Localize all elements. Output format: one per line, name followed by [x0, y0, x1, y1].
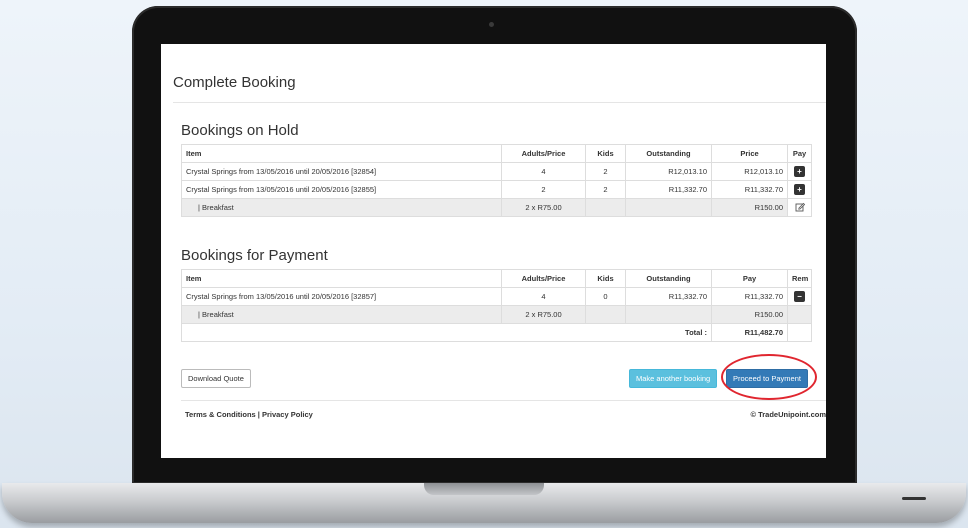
on-hold-table: Item Adults/Price Kids Outstanding Price…: [181, 144, 812, 217]
table-header-row: Item Adults/Price Kids Outstanding Pay R…: [181, 269, 812, 288]
for-payment-table: Item Adults/Price Kids Outstanding Pay R…: [181, 269, 812, 342]
col-price: Price: [711, 144, 788, 163]
total-value: R11,482.70: [711, 323, 788, 342]
laptop-screen: Complete Booking Bookings on Hold Item A…: [161, 44, 826, 458]
cell-outstanding: R11,332.70: [625, 180, 712, 199]
footer-copyright: © TradeUnipoint.com: [750, 410, 826, 419]
cell-item: | Breakfast: [181, 198, 502, 217]
pay-cell: +: [787, 180, 812, 199]
col-outstanding: Outstanding: [625, 269, 712, 288]
total-empty: [787, 323, 812, 342]
footer-links[interactable]: Terms & Conditions | Privacy Policy: [185, 410, 313, 419]
download-quote-button[interactable]: Download Quote: [181, 369, 251, 388]
divider: [173, 102, 826, 103]
cell-item: Crystal Springs from 13/05/2016 until 20…: [181, 287, 502, 306]
cell-outstanding: [625, 198, 712, 217]
rem-cell: −: [787, 287, 812, 306]
divider: [181, 400, 826, 401]
table-row: Crystal Springs from 13/05/2016 until 20…: [181, 287, 812, 306]
cell-kids: 0: [585, 287, 626, 306]
col-outstanding: Outstanding: [625, 144, 712, 163]
pay-cell: +: [787, 162, 812, 181]
total-label: Total :: [181, 323, 712, 342]
cell-outstanding: R11,332.70: [625, 287, 712, 306]
on-hold-heading: Bookings on Hold: [181, 122, 299, 139]
cell-outstanding: [625, 305, 712, 324]
cell-kids: 2: [585, 162, 626, 181]
col-rem: Rem: [787, 269, 812, 288]
cell-pay: R11,332.70: [711, 287, 788, 306]
make-another-booking-button[interactable]: Make another booking: [629, 369, 718, 388]
cell-price: R150.00: [711, 198, 788, 217]
cell-adults: 2 x R75.00: [501, 198, 586, 217]
cell-price: R12,013.10: [711, 162, 788, 181]
total-row: Total : R11,482.70: [181, 323, 812, 342]
table-row: Crystal Springs from 13/05/2016 until 20…: [181, 180, 812, 199]
laptop-indicator: [902, 497, 926, 500]
table-row-extra: | Breakfast 2 x R75.00 R150.00: [181, 198, 812, 217]
cell-item: | Breakfast: [181, 305, 502, 324]
cell-adults: 2: [501, 180, 586, 199]
col-kids: Kids: [585, 144, 626, 163]
col-pay: Pay: [711, 269, 788, 288]
table-header-row: Item Adults/Price Kids Outstanding Price…: [181, 144, 812, 163]
cell-adults: 4: [501, 287, 586, 306]
col-kids: Kids: [585, 269, 626, 288]
cell-kids: 2: [585, 180, 626, 199]
cell-price: R11,332.70: [711, 180, 788, 199]
table-row-extra: | Breakfast 2 x R75.00 R150.00: [181, 305, 812, 324]
col-pay: Pay: [787, 144, 812, 163]
cell-pay: R150.00: [711, 305, 788, 324]
cell-kids: [585, 305, 626, 324]
minus-square-icon[interactable]: −: [794, 291, 805, 302]
laptop-notch: [424, 483, 544, 495]
laptop-base: [2, 483, 966, 523]
col-adults-price: Adults/Price: [501, 144, 586, 163]
cell-item: Crystal Springs from 13/05/2016 until 20…: [181, 162, 502, 181]
col-item: Item: [181, 144, 502, 163]
col-item: Item: [181, 269, 502, 288]
edit-cell: [787, 198, 812, 217]
cell-adults: 2 x R75.00: [501, 305, 586, 324]
cell-kids: [585, 198, 626, 217]
cell-outstanding: R12,013.10: [625, 162, 712, 181]
edit-icon[interactable]: [795, 202, 805, 212]
cell-adults: 4: [501, 162, 586, 181]
table-row: Crystal Springs from 13/05/2016 until 20…: [181, 162, 812, 181]
rem-cell-empty: [787, 305, 812, 324]
highlight-circle: [721, 354, 817, 400]
plus-square-icon[interactable]: +: [794, 184, 805, 195]
cell-item: Crystal Springs from 13/05/2016 until 20…: [181, 180, 502, 199]
camera-icon: [489, 22, 494, 27]
page-title: Complete Booking: [173, 74, 296, 91]
plus-square-icon[interactable]: +: [794, 166, 805, 177]
for-payment-heading: Bookings for Payment: [181, 247, 328, 264]
col-adults-price: Adults/Price: [501, 269, 586, 288]
